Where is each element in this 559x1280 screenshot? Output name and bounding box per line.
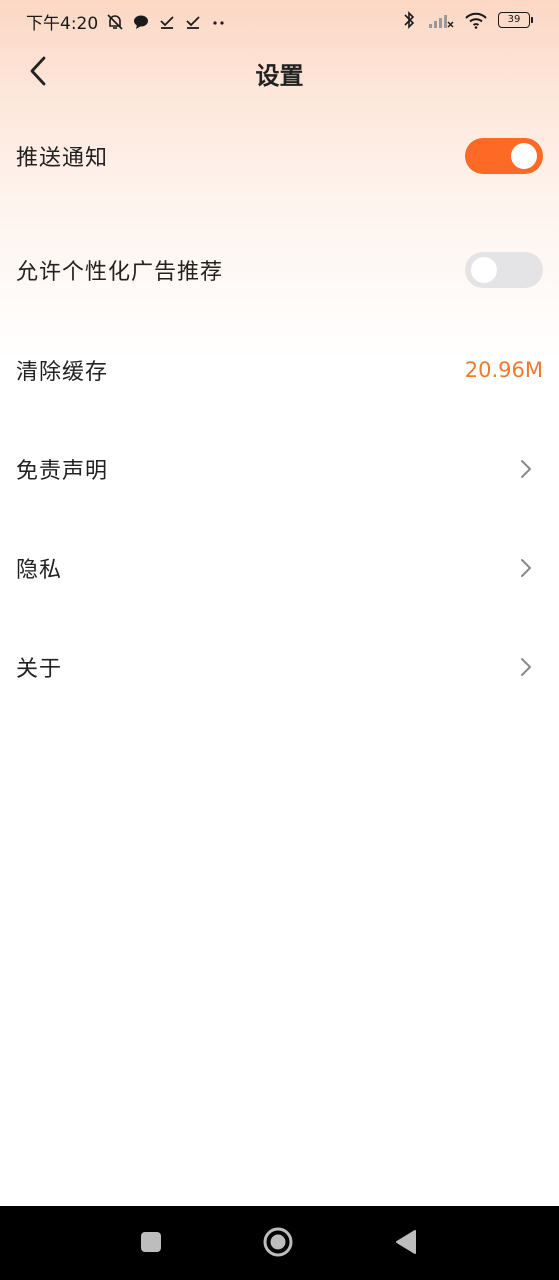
chevron-right-icon	[519, 558, 533, 578]
about-label: 关于	[16, 657, 63, 682]
clear-cache-row[interactable]: 清除缓存 20.96M	[0, 330, 559, 410]
cell-signal-icon	[428, 9, 454, 31]
circle-home-icon	[262, 1226, 294, 1262]
navigation-bar	[0, 1206, 559, 1280]
battery-icon: 39	[498, 12, 533, 28]
check-icon	[184, 11, 202, 33]
status-bar: 下午4:20 39	[0, 0, 559, 42]
disclaimer-label: 免责声明	[16, 459, 109, 484]
personalized-ads-row: 允许个性化广告推荐	[0, 230, 559, 310]
status-left: 下午4:20	[26, 9, 228, 34]
about-row[interactable]: 关于	[0, 627, 559, 707]
disclaimer-row[interactable]: 免责声明	[0, 429, 559, 509]
bluetooth-icon	[400, 9, 418, 31]
more-dots-icon	[210, 11, 228, 33]
privacy-row[interactable]: 隐私	[0, 528, 559, 608]
push-notification-row: 推送通知	[0, 116, 559, 196]
status-right: 39	[400, 9, 533, 31]
toggle-knob	[511, 143, 537, 169]
personalized-ads-label: 允许个性化广告推荐	[16, 260, 224, 285]
push-notification-toggle[interactable]	[465, 138, 543, 174]
push-notification-label: 推送通知	[16, 146, 109, 171]
home-button[interactable]	[262, 1226, 294, 1262]
bell-off-icon	[106, 11, 124, 33]
recent-apps-button[interactable]	[135, 1228, 167, 1260]
square-icon	[139, 1230, 163, 1258]
clear-cache-label: 清除缓存	[16, 360, 109, 385]
back-nav-button[interactable]	[390, 1228, 422, 1260]
wifi-icon	[464, 9, 488, 31]
chevron-right-icon	[519, 657, 533, 677]
chat-bubble-icon	[132, 11, 150, 33]
page-title: 设置	[255, 62, 304, 90]
battery-tip	[531, 17, 533, 23]
toggle-knob	[471, 257, 497, 283]
chevron-right-icon	[519, 459, 533, 479]
personalized-ads-toggle[interactable]	[465, 252, 543, 288]
status-time: 下午4:20	[26, 14, 99, 34]
privacy-label: 隐私	[16, 558, 63, 583]
check-icon	[158, 11, 176, 33]
triangle-back-icon	[393, 1228, 419, 1260]
header: 设置	[0, 44, 559, 102]
battery-level: 39	[498, 12, 530, 28]
cache-size-value: 20.96M	[464, 358, 543, 382]
